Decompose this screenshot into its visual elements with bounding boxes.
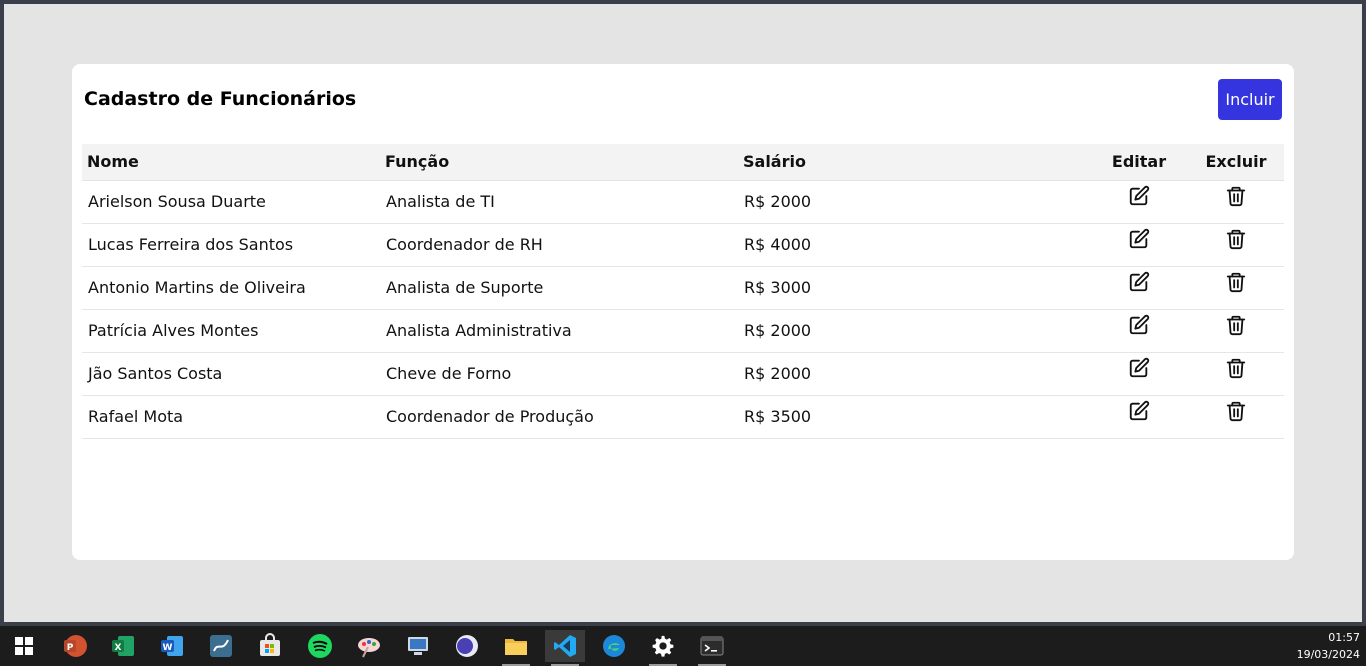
table-row: Antonio Martins de Oliveira Analista de S… — [82, 266, 1284, 310]
cell-role: Analista Administrativa — [380, 309, 738, 353]
edit-icon[interactable] — [1127, 184, 1151, 208]
cell-salary: R$ 2000 — [738, 309, 1090, 353]
cell-name: Antonio Martins de Oliveira — [82, 266, 380, 310]
microsoft-store-icon[interactable] — [250, 630, 290, 662]
trash-icon[interactable] — [1224, 227, 1248, 251]
excel-icon[interactable]: X — [103, 630, 143, 662]
vscode-icon[interactable] — [545, 630, 585, 666]
table-row: Arielson Sousa Duarte Analista de TI R$ 20… — [82, 180, 1284, 224]
cell-name: Jão Santos Costa — [82, 352, 380, 396]
cell-edit — [1090, 180, 1188, 224]
cell-delete — [1188, 395, 1284, 439]
cell-delete — [1188, 309, 1284, 353]
header-salary: Salário — [738, 144, 1090, 181]
cell-edit — [1090, 309, 1188, 353]
table-row: Rafael Mota Coordenador de Produção R$ 350… — [82, 395, 1284, 439]
cell-name: Lucas Ferreira dos Santos — [82, 223, 380, 267]
taskbar: P X W 01:57 19/03/2024 — [0, 626, 1366, 666]
cell-role: Analista de TI — [380, 180, 738, 224]
page-title: Cadastro de Funcionários — [84, 88, 357, 110]
cell-salary: R$ 3500 — [738, 395, 1090, 439]
terminal-icon[interactable] — [692, 630, 732, 666]
system-clock[interactable]: 01:57 19/03/2024 — [1297, 629, 1360, 663]
edit-icon[interactable] — [1127, 270, 1151, 294]
powerpoint-icon[interactable]: P — [54, 630, 94, 662]
cell-name: Patrícia Alves Montes — [82, 309, 380, 353]
table-row: Jão Santos Costa Cheve de Forno R$ 2000 — [82, 352, 1284, 396]
edge-icon[interactable] — [594, 630, 634, 662]
edit-icon[interactable] — [1127, 227, 1151, 251]
cell-role: Analista de Suporte — [380, 266, 738, 310]
cell-role: Coordenador de RH — [380, 223, 738, 267]
cell-delete — [1188, 352, 1284, 396]
header-role: Função — [380, 144, 738, 181]
edit-icon[interactable] — [1127, 313, 1151, 337]
trash-icon[interactable] — [1224, 356, 1248, 380]
table-row: Patrícia Alves Montes Analista Administra… — [82, 309, 1284, 353]
remote-desktop-icon[interactable] — [398, 630, 438, 662]
windows-start-icon[interactable] — [4, 630, 44, 662]
paint-icon[interactable] — [349, 630, 389, 662]
cell-name: Rafael Mota — [82, 395, 380, 439]
cell-salary: R$ 2000 — [738, 180, 1090, 224]
edit-icon[interactable] — [1127, 356, 1151, 380]
trash-icon[interactable] — [1224, 399, 1248, 423]
trash-icon[interactable] — [1224, 184, 1248, 208]
add-employee-button[interactable]: Incluir — [1218, 79, 1282, 120]
svg-text:W: W — [163, 643, 173, 653]
header-delete: Excluir — [1188, 144, 1284, 181]
cell-name: Arielson Sousa Duarte — [82, 180, 380, 224]
trash-icon[interactable] — [1224, 313, 1248, 337]
clock-date: 19/03/2024 — [1296, 648, 1360, 661]
clock-time: 01:57 — [1328, 631, 1360, 644]
spotify-icon[interactable] — [300, 630, 340, 662]
word-icon[interactable]: W — [152, 630, 192, 662]
header-name: Nome — [82, 144, 380, 181]
cell-salary: R$ 2000 — [738, 352, 1090, 396]
employee-table: Nome Função Salário Editar Excluir Ariel… — [82, 144, 1284, 439]
cell-edit — [1090, 223, 1188, 267]
edit-icon[interactable] — [1127, 399, 1151, 423]
cell-delete — [1188, 180, 1284, 224]
cell-edit — [1090, 352, 1188, 396]
employee-card: Cadastro de Funcionários Incluir Nome Fu… — [72, 64, 1294, 560]
svg-text:X: X — [115, 643, 122, 653]
cell-salary: R$ 3000 — [738, 266, 1090, 310]
file-explorer-icon[interactable] — [496, 630, 536, 666]
cell-role: Coordenador de Produção — [380, 395, 738, 439]
header-edit: Editar — [1090, 144, 1188, 181]
cell-salary: R$ 4000 — [738, 223, 1090, 267]
cell-delete — [1188, 223, 1284, 267]
table-header-row: Nome Função Salário Editar Excluir — [82, 144, 1284, 181]
table-row: Lucas Ferreira dos Santos Coordenador de … — [82, 223, 1284, 267]
settings-icon[interactable] — [643, 630, 683, 666]
eclipse-icon[interactable] — [447, 630, 487, 662]
app-page: Cadastro de Funcionários Incluir Nome Fu… — [4, 4, 1362, 622]
trash-icon[interactable] — [1224, 270, 1248, 294]
cell-role: Cheve de Forno — [380, 352, 738, 396]
svg-text:P: P — [67, 643, 74, 653]
mysql-workbench-icon[interactable] — [201, 630, 241, 662]
cell-edit — [1090, 266, 1188, 310]
cell-edit — [1090, 395, 1188, 439]
cell-delete — [1188, 266, 1284, 310]
